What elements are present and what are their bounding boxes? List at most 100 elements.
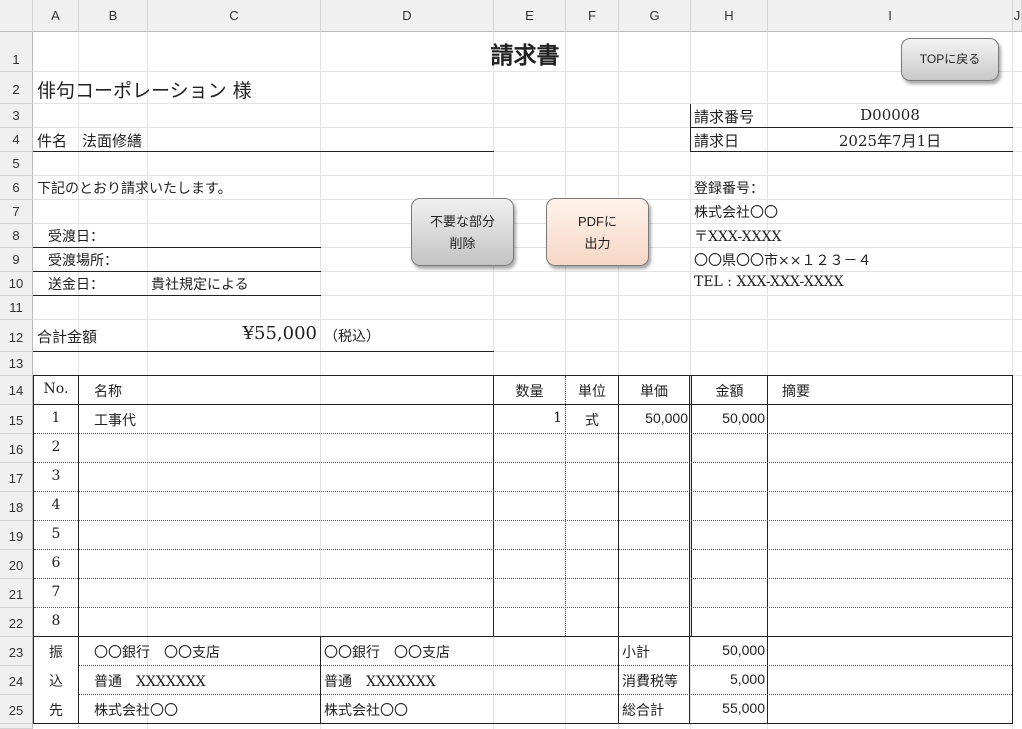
row-header-3[interactable]: 3 — [0, 104, 33, 128]
table-row: 7 — [51, 584, 61, 600]
row-header-9[interactable]: 9 — [0, 248, 33, 272]
th-name: 名称 — [94, 384, 122, 400]
row-header-7[interactable]: 7 — [0, 200, 33, 224]
column-header-a[interactable]: A — [33, 0, 79, 32]
table-row: 2 — [51, 439, 61, 455]
tax-included-note: （税込） — [324, 329, 380, 345]
th-amount: 金額 — [715, 384, 744, 400]
invoice-number-value: D00008 — [860, 106, 920, 124]
bank1-account: 普通 XXXXXXX — [94, 674, 206, 690]
row-header-15[interactable]: 15 — [0, 405, 33, 434]
customer-name: 俳句コーポレーション 様 — [37, 80, 252, 102]
column-header-f[interactable]: F — [566, 0, 619, 32]
row-header-6[interactable]: 6 — [0, 176, 33, 200]
th-qty: 数量 — [515, 384, 544, 400]
row-header-24[interactable]: 24 — [0, 666, 33, 695]
subject-value: 法面修繕 — [82, 132, 143, 150]
pdf-export-button[interactable]: PDFに 出力 — [546, 198, 649, 266]
row-header-16[interactable]: 16 — [0, 434, 33, 463]
column-header-g[interactable]: G — [619, 0, 691, 32]
column-header-i[interactable]: I — [768, 0, 1013, 32]
company-name: 株式会社〇〇 — [694, 205, 778, 221]
total-amount-label: 合計金額 — [37, 328, 98, 346]
row-header-10[interactable]: 10 — [0, 272, 33, 296]
column-header-d[interactable]: D — [321, 0, 494, 32]
top-back-button-label: TOPに戻る — [919, 52, 981, 66]
delete-unneeded-button[interactable]: 不要な部分 削除 — [411, 198, 514, 266]
invoice-number-label: 請求番号 — [694, 108, 755, 126]
bank-label-1: 振 — [49, 645, 63, 661]
bank1-holder: 株式会社〇〇 — [94, 703, 178, 719]
table-row: 8 — [51, 613, 61, 629]
top-back-button[interactable]: TOPに戻る — [901, 38, 999, 81]
registration-label: 登録番号： — [694, 181, 764, 197]
company-address: 〇〇県〇〇市××１２３－４ — [694, 253, 872, 269]
delete-button-line2: 削除 — [449, 236, 476, 251]
table-row: 6 — [51, 555, 61, 571]
item-qty: 1 — [553, 410, 562, 426]
row-header-21[interactable]: 21 — [0, 579, 33, 608]
row-header-14[interactable]: 14 — [0, 376, 33, 405]
row-header-4[interactable]: 4 — [0, 128, 33, 152]
intro-text: 下記のとおり請求いたします。 — [37, 181, 232, 197]
grand-total-label: 総合計 — [622, 703, 664, 719]
row-header-20[interactable]: 20 — [0, 550, 33, 579]
company-tel: TEL : XXX-XXX-XXXX — [694, 274, 844, 290]
invoice-title: 請求書 — [490, 42, 560, 69]
select-all-corner[interactable] — [0, 0, 33, 32]
company-postal: 〒XXX-XXXX — [694, 229, 782, 245]
item-price: 50,000 — [645, 410, 688, 426]
delivery-place-label: 受渡場所： — [48, 253, 118, 269]
row-header-18[interactable]: 18 — [0, 492, 33, 521]
row-header-11[interactable]: 11 — [0, 296, 33, 320]
subject-label: 件名 — [37, 132, 68, 150]
invoice-date-label: 請求日 — [694, 132, 740, 150]
subtotal-value: 50,000 — [722, 642, 765, 658]
delivery-date-label: 受渡日： — [48, 229, 104, 245]
item-amount: 50,000 — [722, 410, 765, 426]
row-header-8[interactable]: 8 — [0, 224, 33, 248]
row-header-13[interactable]: 13 — [0, 352, 33, 376]
row-header-2[interactable]: 2 — [0, 72, 33, 104]
bank-label-2: 込 — [49, 674, 63, 690]
pdf-button-line1: PDFに — [577, 214, 617, 229]
delete-button-line1: 不要な部分 — [429, 214, 495, 229]
bank2-account: 普通 XXXXXXX — [324, 674, 436, 690]
total-amount-value: ¥55,000 — [242, 323, 317, 344]
payment-date-label: 送金日： — [48, 277, 104, 293]
row-header-23[interactable]: 23 — [0, 637, 33, 666]
th-note: 摘要 — [782, 384, 810, 400]
row-header-26-partial[interactable] — [0, 724, 33, 729]
table-row: 5 — [51, 526, 61, 542]
th-no: No. — [43, 381, 69, 397]
grand-total-value: 55,000 — [722, 700, 765, 716]
column-header-c[interactable]: C — [148, 0, 321, 32]
column-header-h[interactable]: H — [691, 0, 768, 32]
table-row: 4 — [51, 497, 61, 513]
spreadsheet: A B C D E F G H I J 1 2 3 4 5 6 7 8 9 10… — [0, 0, 1022, 729]
table-row: 3 — [51, 468, 61, 484]
th-price: 単価 — [640, 384, 668, 400]
column-header-e[interactable]: E — [494, 0, 566, 32]
item-name: 工事代 — [94, 413, 136, 429]
bank2-name: 〇〇銀行 〇〇支店 — [324, 645, 450, 661]
row-header-12[interactable]: 12 — [0, 320, 33, 352]
row-header-25[interactable]: 25 — [0, 695, 33, 724]
invoice-date-value: 2025年7月1日 — [838, 132, 942, 150]
payment-date-value: 貴社規定による — [151, 277, 249, 293]
row-header-1[interactable]: 1 — [0, 32, 33, 72]
bank-label-3: 先 — [49, 703, 63, 719]
column-header-j[interactable]: J — [1013, 0, 1022, 32]
item-unit: 式 — [585, 413, 599, 429]
tax-label: 消費税等 — [622, 674, 678, 690]
column-header-b[interactable]: B — [79, 0, 148, 32]
pdf-button-line2: 出力 — [584, 236, 611, 251]
item-no: 1 — [51, 410, 61, 426]
row-header-19[interactable]: 19 — [0, 521, 33, 550]
row-header-22[interactable]: 22 — [0, 608, 33, 637]
row-header-17[interactable]: 17 — [0, 463, 33, 492]
subtotal-label: 小計 — [622, 645, 650, 661]
th-unit: 単位 — [578, 384, 606, 400]
bank1-name: 〇〇銀行 〇〇支店 — [94, 645, 220, 661]
row-header-5[interactable]: 5 — [0, 152, 33, 176]
